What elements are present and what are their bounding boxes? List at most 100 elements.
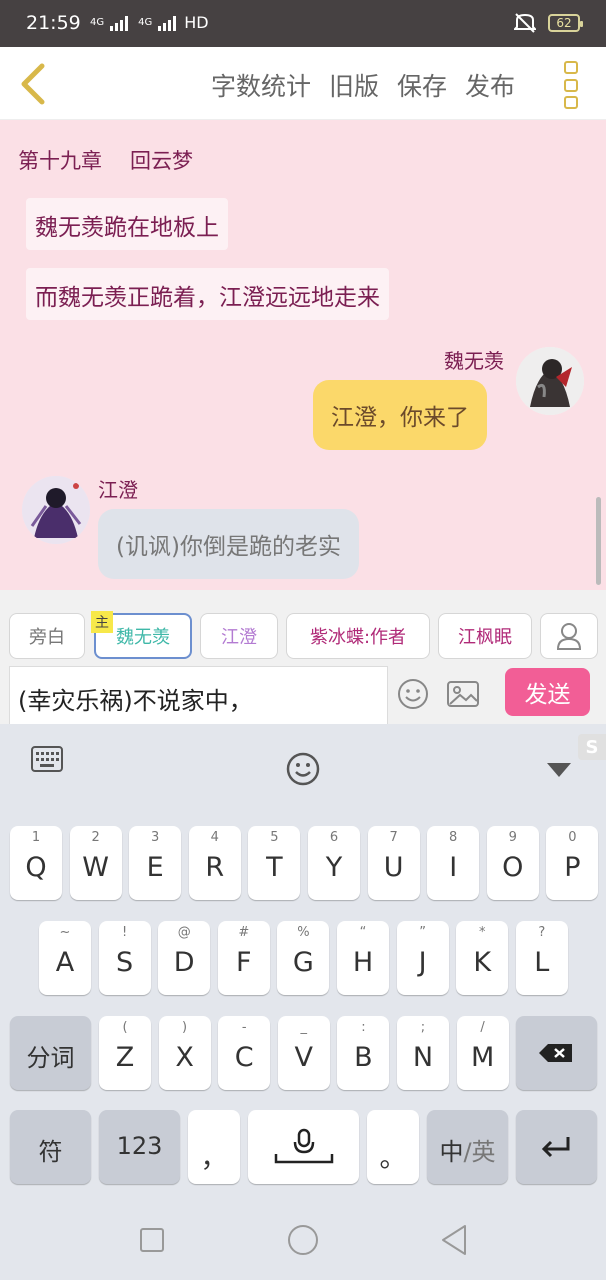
key-a[interactable]: ~ A	[39, 921, 91, 995]
speaker-name-wei: 魏无羡	[444, 349, 504, 373]
network-type-2: 4G	[138, 17, 153, 28]
save-button[interactable]: 保存	[397, 67, 447, 103]
key-f[interactable]: # F	[217, 921, 270, 995]
key-c[interactable]: -C	[218, 1016, 271, 1090]
old-version-button[interactable]: 旧版	[329, 67, 379, 103]
key-hint: 3	[151, 830, 160, 845]
keyboard-icon[interactable]	[31, 746, 63, 772]
key-b[interactable]: :B	[337, 1016, 390, 1090]
key-hint: ”	[419, 925, 426, 940]
key-g[interactable]: % G	[277, 921, 330, 995]
content-scrollbar[interactable]	[596, 497, 601, 585]
key-v[interactable]: _ V	[277, 1016, 330, 1090]
key-o[interactable]: 9O	[486, 826, 539, 900]
person-icon	[556, 623, 582, 650]
key-hint: :	[361, 1020, 366, 1035]
key-m[interactable]: / M	[456, 1016, 509, 1090]
key-label: L	[534, 947, 550, 978]
period-key[interactable]: 。	[367, 1110, 419, 1184]
key-e[interactable]: 3E	[129, 826, 182, 900]
key-j[interactable]: ” J	[396, 921, 449, 995]
space-voice-key[interactable]	[248, 1110, 359, 1184]
word-count-button[interactable]: 字数统计	[211, 67, 311, 103]
recent-apps-icon[interactable]	[139, 1227, 165, 1253]
key-label: G	[292, 947, 314, 978]
signal-bars-icon	[158, 15, 177, 31]
keyboard-emoji-icon[interactable]	[286, 752, 320, 786]
key-hint: @	[177, 925, 191, 940]
key-i[interactable]: 8I	[427, 826, 480, 900]
chapter-title: 回云梦	[130, 149, 193, 173]
enter-key[interactable]	[516, 1110, 597, 1184]
more-menu-icon[interactable]	[564, 61, 582, 109]
key-l[interactable]: ? L	[515, 921, 568, 995]
symbol-key[interactable]: 符	[10, 1110, 91, 1184]
role-tab-narrator[interactable]: 旁白	[9, 613, 85, 659]
key-w[interactable]: 2W	[69, 826, 122, 900]
key-label: B	[354, 1042, 373, 1073]
key-h[interactable]: “H	[337, 921, 389, 995]
key-s[interactable]: ! S	[98, 921, 151, 995]
key-r[interactable]: 4R	[188, 826, 241, 900]
key-u[interactable]: 7U	[367, 826, 420, 900]
status-time: 21:59	[26, 12, 81, 34]
collapse-keyboard-icon[interactable]	[546, 762, 572, 778]
key-hint: ~	[59, 925, 71, 940]
chat-bubble-right[interactable]: 江澄，你来了	[313, 380, 487, 450]
message-input[interactable]: (幸灾乐祸)不说家中，	[9, 666, 388, 724]
role-selector: 旁白 主 魏无羡 江澄 紫冰蝶:作者 江枫眠	[0, 590, 606, 666]
key-t[interactable]: 5T	[248, 826, 301, 900]
chapter-heading: 第十九章 回云梦	[18, 145, 193, 175]
backspace-icon	[539, 1044, 572, 1062]
key-hint: 1	[31, 830, 41, 845]
comma-key[interactable]: ，	[188, 1110, 240, 1184]
key-label: I	[449, 852, 458, 883]
narration-block[interactable]: 而魏无羡正跪着，江澄远远地走来	[26, 268, 389, 320]
avatar-wei-wuxian[interactable]	[516, 347, 584, 415]
input-method-badge: S	[578, 734, 606, 760]
status-bar: 21:59 4G 4G HD 62	[0, 0, 606, 47]
back-icon[interactable]	[440, 1224, 468, 1256]
backspace-key[interactable]	[516, 1016, 597, 1090]
language-switch-key[interactable]: 中/英	[427, 1110, 508, 1184]
composer-row: (幸灾乐祸)不说家中， 发送	[0, 666, 606, 724]
role-tab-jiang-cheng[interactable]: 江澄	[200, 613, 278, 659]
key-k[interactable]: * K	[456, 921, 509, 995]
key-label: J	[418, 947, 427, 978]
key-hint: 6	[329, 830, 339, 845]
main-character-badge: 主	[91, 611, 113, 633]
role-tab-wei-wuxian[interactable]: 主 魏无羡	[91, 611, 192, 659]
key-hint: *	[478, 925, 486, 940]
key-label: M	[470, 1042, 495, 1073]
key-label: E	[146, 852, 164, 883]
key-y[interactable]: 6Y	[308, 826, 360, 900]
home-icon[interactable]	[287, 1224, 319, 1256]
emoji-icon[interactable]	[396, 678, 430, 710]
key-hint: 9	[508, 830, 517, 845]
key-q[interactable]: 1Q	[10, 826, 62, 900]
send-button[interactable]: 发送	[505, 668, 590, 716]
fenci-key[interactable]: 分词	[10, 1016, 91, 1090]
key-p[interactable]: 0P	[546, 826, 599, 900]
key-label: V	[294, 1042, 314, 1073]
battery-icon: 62	[548, 14, 583, 32]
avatar-jiang-cheng[interactable]	[22, 476, 90, 544]
back-arrow-icon[interactable]	[14, 61, 54, 107]
speaker-name-jiang: 江澄	[98, 478, 138, 502]
key-hint: #	[238, 925, 250, 940]
key-d[interactable]: @ D	[158, 921, 211, 995]
role-tab-jiang-fengmian[interactable]: 江枫眠	[438, 613, 532, 659]
image-icon[interactable]	[446, 678, 480, 710]
soft-keyboard: 1Q2W3E4R5T6Y7U8I9O0P ~ A! S @ D # F% G “H” J * K? L …	[0, 724, 606, 1200]
signal-indicators: 4G 4G HD	[90, 13, 209, 32]
key-n[interactable]: ; N	[397, 1016, 449, 1090]
key-x[interactable]: ) X	[158, 1016, 211, 1090]
role-manager-button[interactable]	[540, 613, 598, 659]
chat-bubble-left[interactable]: (讥讽)你倒是跪的老实	[98, 509, 359, 579]
number-key[interactable]: 123	[99, 1110, 180, 1184]
role-tab-author[interactable]: 紫冰蝶:作者	[286, 613, 430, 659]
key-label: Z	[115, 1042, 135, 1073]
publish-button[interactable]: 发布	[465, 67, 515, 103]
key-z[interactable]: (Z	[99, 1016, 151, 1090]
narration-block[interactable]: 魏无羡跪在地板上	[26, 198, 228, 250]
